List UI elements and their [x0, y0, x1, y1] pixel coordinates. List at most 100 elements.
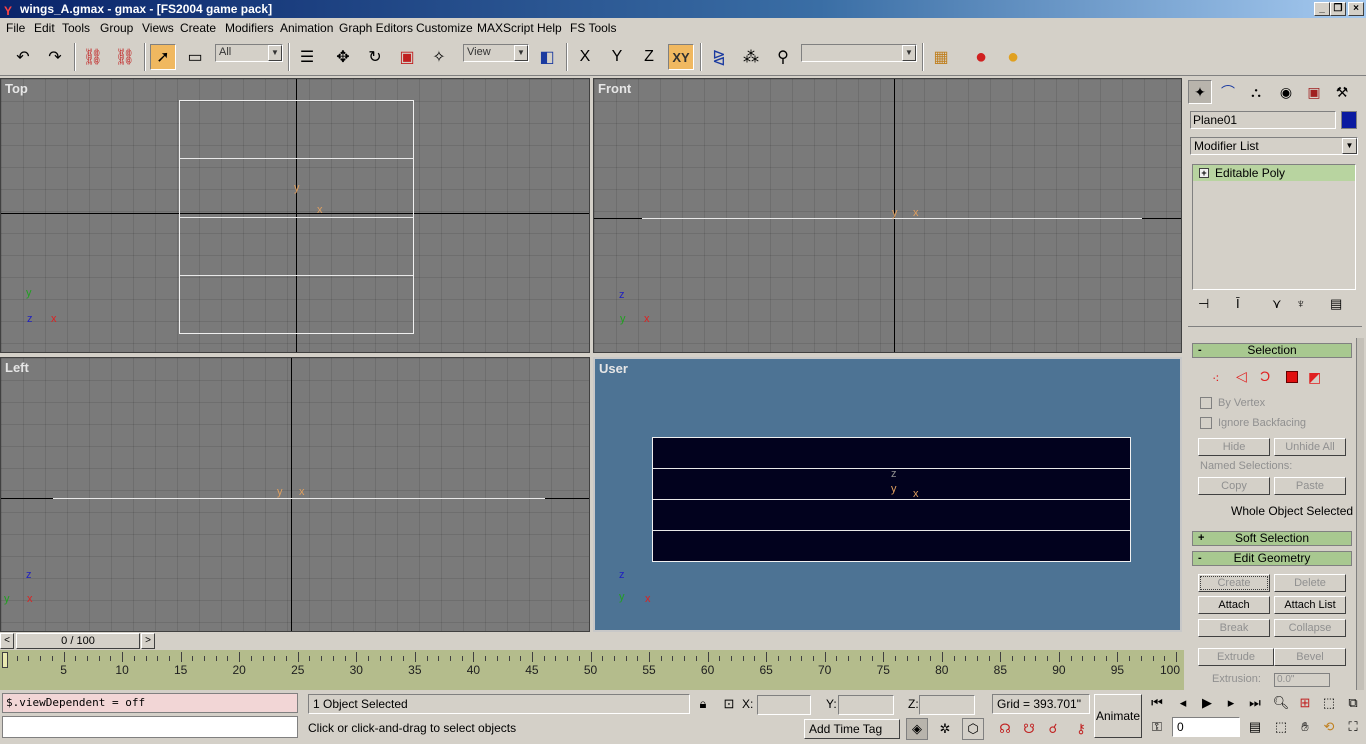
scale-icon[interactable]: ▣: [394, 44, 420, 70]
menu-animation[interactable]: Animation: [280, 21, 333, 35]
object-color-swatch[interactable]: [1341, 111, 1357, 129]
menu-graph-editors[interactable]: Graph Editors: [339, 21, 413, 35]
zoom-all-icon[interactable]: ⊞: [1294, 692, 1316, 714]
percent-snap-icon[interactable]: ☊: [994, 718, 1016, 740]
pivot-center-icon[interactable]: ◧: [534, 44, 560, 70]
viewport-left[interactable]: Left y x z y x: [0, 357, 590, 632]
quick-render-icon[interactable]: ●: [1000, 44, 1026, 70]
plane-object[interactable]: [179, 100, 414, 334]
select-and-link-icon[interactable]: ⛓: [80, 44, 106, 70]
named-selection-dropdown[interactable]: ▼: [801, 44, 917, 62]
polygon-mode-icon[interactable]: [1286, 371, 1298, 383]
hierarchy-tab-icon[interactable]: ⛬: [1244, 80, 1268, 104]
current-frame-field[interactable]: 0: [1172, 717, 1240, 737]
copy-selection-button[interactable]: Copy: [1198, 477, 1270, 495]
x-coord-field[interactable]: [757, 695, 811, 715]
by-vertex-checkbox[interactable]: [1200, 397, 1212, 409]
viewport-label[interactable]: Left: [5, 360, 29, 375]
lock-selection-icon[interactable]: 🔒︎: [692, 693, 714, 715]
animate-button[interactable]: Animate: [1094, 694, 1142, 738]
absolute-mode-icon[interactable]: ⊡: [718, 693, 740, 715]
arc-rotate-icon[interactable]: ⟲: [1318, 716, 1340, 738]
selection-region-icon[interactable]: ▭: [182, 44, 208, 70]
extrusion-spinner[interactable]: 0.0": [1274, 673, 1330, 687]
motion-tab-icon[interactable]: ◉: [1274, 80, 1298, 104]
move-icon[interactable]: ✥: [330, 44, 356, 70]
render-scene-icon[interactable]: ●: [968, 44, 994, 70]
time-slider-thumb[interactable]: 0 / 100: [16, 633, 140, 649]
zoom-icon[interactable]: 🔍︎: [1270, 692, 1292, 714]
element-mode-icon[interactable]: ◩: [1308, 369, 1321, 386]
utilities-tab-icon[interactable]: ⚒: [1330, 80, 1354, 104]
close-button[interactable]: ×: [1348, 2, 1364, 16]
zoom-extents-all-icon[interactable]: ⧉: [1342, 692, 1364, 714]
border-mode-icon[interactable]: Ͻ: [1260, 368, 1270, 384]
menu-fs-tools[interactable]: FS Tools: [570, 21, 616, 35]
viewport-top[interactable]: Top y x y z x: [0, 78, 590, 353]
menu-views[interactable]: Views: [142, 21, 174, 35]
remove-modifier-icon[interactable]: ♆: [1296, 296, 1306, 311]
restrict-y-button[interactable]: Y: [604, 44, 630, 70]
restrict-x-button[interactable]: X: [572, 44, 598, 70]
material-editor-icon[interactable]: ▦: [928, 44, 954, 70]
restrict-xy-button[interactable]: XY: [668, 44, 694, 70]
paste-selection-button[interactable]: Paste: [1274, 477, 1346, 495]
create-button[interactable]: Create: [1198, 574, 1270, 592]
edit-named-selections-icon[interactable]: ☌: [1042, 718, 1064, 740]
track-bar[interactable]: 5 10 15 20 25 30 35 40 45 50 55 60 65 70 75 80 85 90 95 100: [0, 650, 1184, 690]
soft-selection-rollout-header[interactable]: + Soft Selection: [1192, 531, 1352, 546]
add-time-tag-button[interactable]: Add Time Tag: [804, 719, 900, 739]
undo-icon[interactable]: ↶: [10, 44, 36, 70]
manipulate-icon[interactable]: ✧: [426, 44, 452, 70]
edit-geometry-rollout-header[interactable]: - Edit Geometry: [1192, 551, 1352, 566]
attach-list-button[interactable]: Attach List: [1274, 596, 1346, 614]
viewport-front[interactable]: Front y x z y x: [593, 78, 1182, 353]
collapse-button[interactable]: Collapse: [1274, 619, 1346, 637]
make-unique-icon[interactable]: ⋎: [1272, 296, 1282, 312]
bevel-button[interactable]: Bevel: [1274, 648, 1346, 666]
pin-stack-icon[interactable]: ⊣: [1198, 296, 1209, 312]
y-coord-field[interactable]: [838, 695, 894, 715]
goto-start-icon[interactable]: ⏮︎: [1146, 692, 1168, 714]
maximize-viewport-icon[interactable]: ⛶: [1342, 716, 1364, 738]
vertex-mode-icon[interactable]: ⁖: [1212, 371, 1220, 387]
maxscript-listener-input[interactable]: [2, 716, 298, 738]
configure-sets-icon[interactable]: ▤: [1330, 296, 1342, 312]
snap-toggle-icon[interactable]: ✲: [934, 718, 956, 740]
object-name-field[interactable]: Plane01: [1190, 111, 1336, 129]
current-frame-marker[interactable]: [2, 652, 8, 668]
stack-item-editable-poly[interactable]: Editable Poly: [1193, 165, 1355, 181]
ignore-backfacing-checkbox[interactable]: [1200, 417, 1212, 429]
maxscript-listener-output[interactable]: $.viewDependent = off: [2, 693, 298, 713]
modifier-list-dropdown[interactable]: Modifier List ▼: [1190, 137, 1358, 155]
goto-end-icon[interactable]: ⏭︎: [1244, 692, 1266, 714]
selection-rollout-header[interactable]: - Selection: [1192, 343, 1352, 358]
modify-tab-icon[interactable]: ⌒: [1216, 80, 1240, 104]
viewport-label[interactable]: Front: [598, 81, 631, 96]
select-by-name-icon[interactable]: ☰: [294, 44, 320, 70]
mirror-icon[interactable]: ⧎: [706, 44, 732, 70]
z-coord-field[interactable]: [919, 695, 975, 715]
delete-button[interactable]: Delete: [1274, 574, 1346, 592]
select-object-icon[interactable]: ➚: [150, 44, 176, 70]
zoom-extents-icon[interactable]: ⬚: [1318, 692, 1340, 714]
selection-filter-dropdown[interactable]: All ▼: [215, 44, 283, 62]
align-icon[interactable]: ⚲: [770, 44, 796, 70]
attach-button[interactable]: Attach: [1198, 596, 1270, 614]
extrude-button[interactable]: Extrude: [1198, 648, 1274, 666]
degradation-override-icon[interactable]: ◈: [906, 718, 928, 740]
menu-maxscript[interactable]: MAXScript: [477, 21, 534, 35]
previous-frame-icon[interactable]: ◂: [1172, 692, 1194, 714]
break-button[interactable]: Break: [1198, 619, 1270, 637]
hide-button[interactable]: Hide: [1198, 438, 1270, 456]
menu-create[interactable]: Create: [180, 21, 216, 35]
viewport-user[interactable]: User z y x z y x: [593, 357, 1182, 632]
play-icon[interactable]: ▶︎: [1196, 692, 1218, 714]
minimize-button[interactable]: _: [1314, 2, 1330, 16]
angle-snap-icon[interactable]: ⬡: [962, 718, 984, 740]
viewport-label[interactable]: User: [599, 361, 628, 376]
array-icon[interactable]: ⁂: [738, 44, 764, 70]
next-frame-button[interactable]: >: [141, 633, 155, 649]
unlink-selection-icon[interactable]: ⛓: [112, 44, 138, 70]
key-mode-icon[interactable]: ⚷: [1070, 718, 1092, 740]
